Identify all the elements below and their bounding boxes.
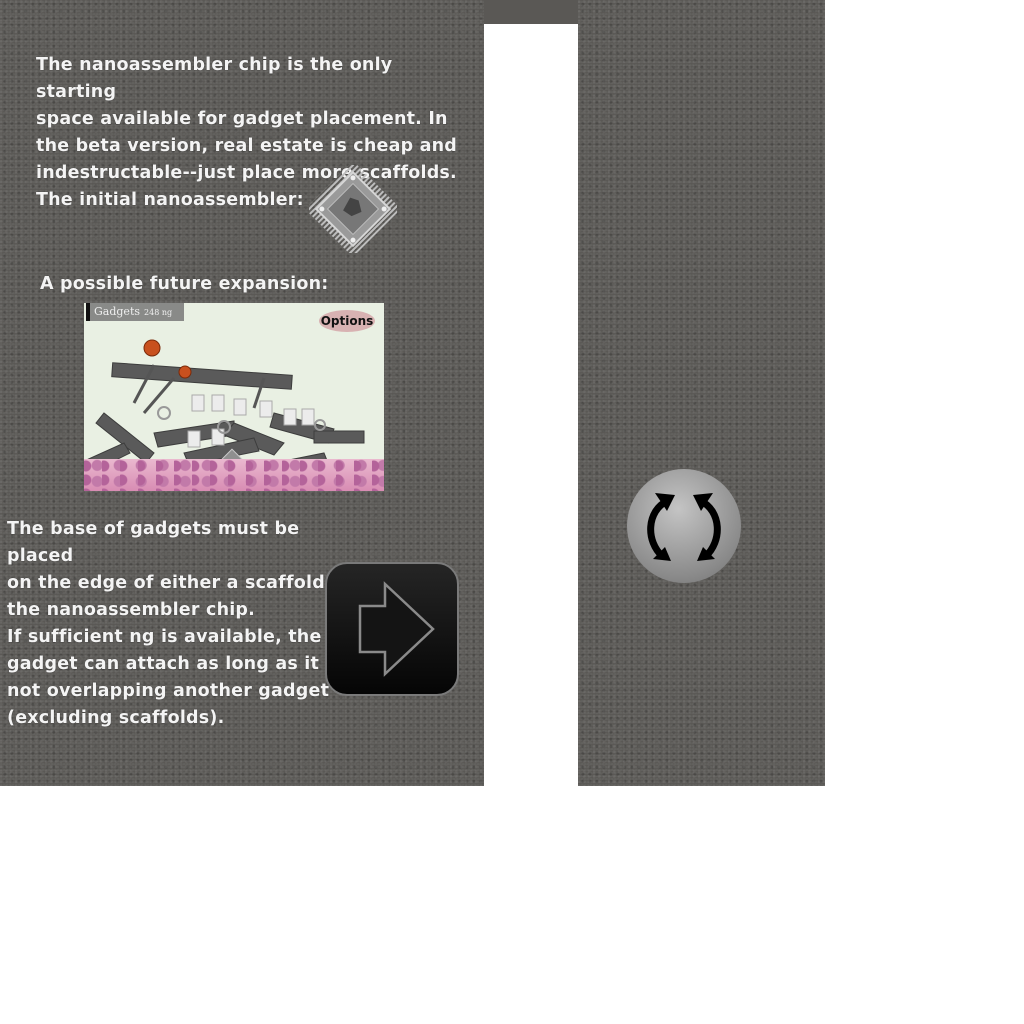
intro-text: The nanoassembler chip is the only start… xyxy=(36,55,458,183)
top-strip xyxy=(484,0,578,24)
nanoassembler-chip-icon xyxy=(304,160,402,258)
white-gap-inner-2 xyxy=(554,28,578,786)
placement-rules-text: The base of gadgets must be placed on th… xyxy=(7,519,352,728)
preview-gadgets-bar: Gadgets 248 ng xyxy=(86,303,184,321)
preview-gadgets-ng: 248 ng xyxy=(144,308,173,317)
side-panel xyxy=(578,0,825,786)
next-arrow-icon xyxy=(358,581,435,677)
rotate-button[interactable] xyxy=(627,469,741,583)
initial-nanoassembler-label: The initial nanoassembler: xyxy=(36,190,304,210)
tissue-floor xyxy=(84,459,384,491)
white-gap-inner xyxy=(484,24,554,786)
preview-options-label: Options xyxy=(319,310,375,332)
expansion-preview-image: Gadgets 248 ng Options xyxy=(84,303,384,491)
rotate-icon xyxy=(647,493,721,561)
preview-gadgets-label: Gadgets xyxy=(94,305,141,318)
next-button[interactable] xyxy=(325,562,459,696)
future-expansion-label: A possible future expansion: xyxy=(40,274,329,294)
